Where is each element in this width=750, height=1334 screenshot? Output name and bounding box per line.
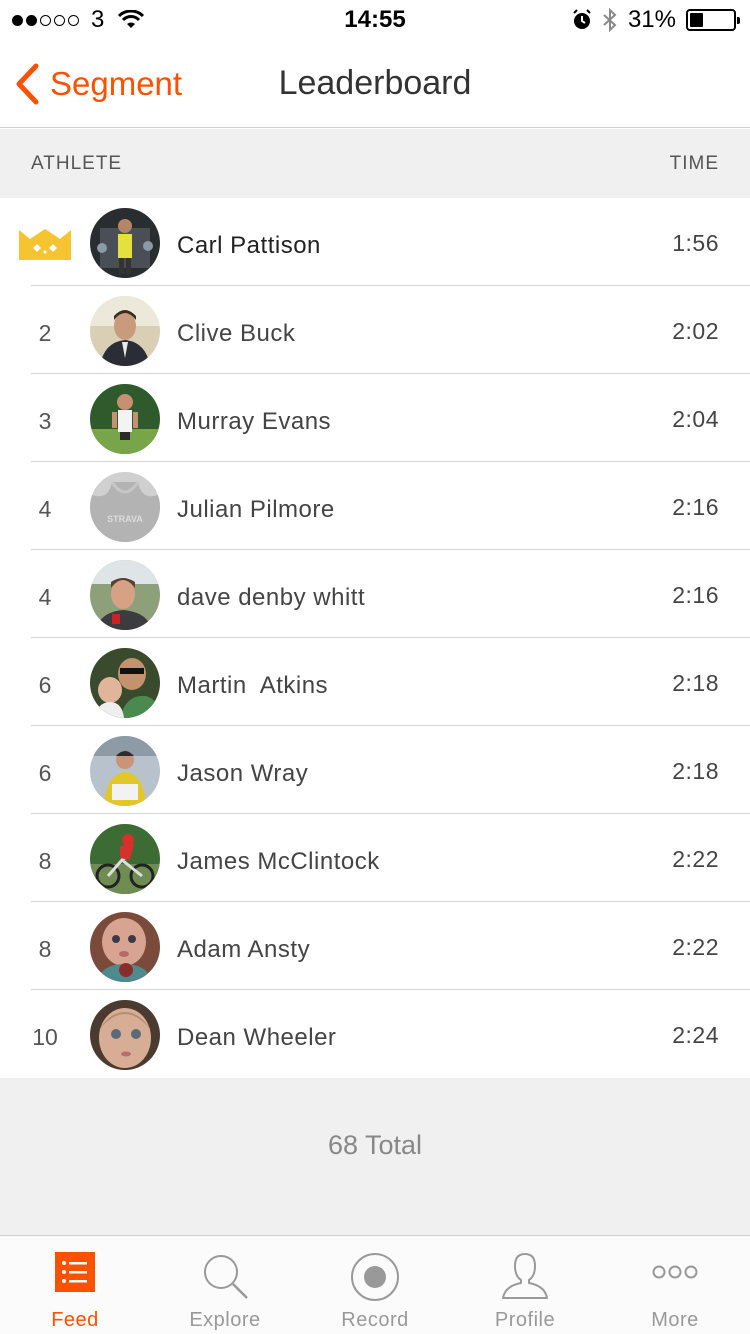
feed-icon <box>55 1252 95 1292</box>
athlete-time: 2:18 <box>672 758 719 784</box>
athlete-rank: 2 <box>38 320 52 346</box>
athlete-name: James McClintock <box>177 848 380 875</box>
athlete-rank: 10 <box>32 1024 58 1050</box>
avatar[interactable] <box>90 384 160 454</box>
athlete-name: dave denby whitt <box>177 584 366 611</box>
athlete-name: Jason Wray <box>177 760 309 787</box>
athlete-name: Julian Pilmore <box>177 496 335 523</box>
leaderboard-row[interactable]: 6 Jason Wray 2:18 <box>0 726 750 814</box>
tab-label: More <box>651 1309 699 1331</box>
battery-icon <box>686 9 740 31</box>
athlete-time: 2:24 <box>672 1022 719 1048</box>
athlete-time: 2:04 <box>672 406 719 432</box>
athlete-name: Clive Buck <box>177 320 296 347</box>
athlete-rank: 6 <box>38 672 52 698</box>
athlete-name: Dean Wheeler <box>177 1024 337 1051</box>
alarm-icon <box>573 9 591 29</box>
avatar[interactable] <box>90 824 160 894</box>
athlete-time: 2:18 <box>672 670 719 696</box>
search-icon <box>204 1255 248 1299</box>
tab-profile[interactable]: Profile <box>450 1236 600 1334</box>
athlete-time: 2:02 <box>672 318 719 344</box>
column-athlete: ATHLETE <box>31 153 123 174</box>
tab-label: Profile <box>494 1309 556 1331</box>
total-count: 68 Total <box>327 1130 423 1160</box>
status-bar: 3 14:55 31% <box>0 0 750 40</box>
column-header: ATHLETE TIME <box>0 129 750 198</box>
leaderboard-row[interactable]: Carl Pattison 1:56 <box>0 198 750 286</box>
leaderboard-row[interactable]: 4 dave denby whitt 2:16 <box>0 550 750 638</box>
athlete-name: Adam Ansty <box>177 936 311 963</box>
athlete-time: 2:22 <box>672 846 719 872</box>
avatar[interactable] <box>90 736 160 806</box>
status-right: 31% <box>572 6 740 34</box>
avatar[interactable] <box>90 648 160 718</box>
record-icon <box>351 1253 399 1301</box>
avatar[interactable] <box>90 560 160 630</box>
leaderboard-row[interactable]: 8 Adam Ansty 2:22 <box>0 902 750 990</box>
leaderboard-row[interactable]: 4 STRAVA Julian Pilmore 2:16 <box>0 462 750 550</box>
tab-more[interactable]: More <box>600 1236 750 1334</box>
athlete-name: Martin Atkins <box>177 672 329 699</box>
more-icon <box>652 1265 698 1279</box>
tab-label: Explore <box>189 1309 261 1331</box>
athlete-rank: 4 <box>38 496 52 522</box>
tab-explore[interactable]: Explore <box>150 1236 300 1334</box>
leaderboard-row[interactable]: 8 James McClintock 2:22 <box>0 814 750 902</box>
leaderboard-row[interactable]: 10 Dean Wheeler 2:24 <box>0 990 750 1078</box>
athlete-name: Carl Pattison <box>177 232 321 259</box>
athlete-time: 2:16 <box>672 582 719 608</box>
tab-bar: Feed Explore Record Profile More <box>0 1235 750 1334</box>
avatar[interactable] <box>90 1000 160 1070</box>
leaderboard-row[interactable]: 2 Clive Buck 2:02 <box>0 286 750 374</box>
leaderboard-list: Carl Pattison 1:56 2 Clive Buck 2:02 3 M… <box>0 198 750 1078</box>
page-title: Leaderboard <box>278 64 472 102</box>
svg-text:STRAVA: STRAVA <box>107 514 143 524</box>
tab-label: Record <box>341 1309 409 1331</box>
avatar[interactable] <box>90 208 160 278</box>
navigation-bar: Segment Leaderboard <box>0 40 750 128</box>
bluetooth-icon <box>603 8 617 32</box>
athlete-name: Murray Evans <box>177 408 332 435</box>
avatar[interactable]: STRAVA <box>90 472 160 542</box>
avatar[interactable] <box>90 912 160 982</box>
crown-icon <box>19 229 71 260</box>
column-time: TIME <box>669 153 719 174</box>
total-footer: 68 Total <box>0 1078 750 1235</box>
athlete-rank: 8 <box>38 936 52 962</box>
battery-level <box>690 13 704 27</box>
leaderboard-row[interactable]: 3 Murray Evans 2:04 <box>0 374 750 462</box>
athlete-rank: 8 <box>38 848 52 874</box>
athlete-time: 2:16 <box>672 494 719 520</box>
athlete-rank: 6 <box>38 760 52 786</box>
tab-record[interactable]: Record <box>300 1236 450 1334</box>
avatar[interactable] <box>90 296 160 366</box>
tab-feed[interactable]: Feed <box>0 1236 150 1334</box>
tab-label: Feed <box>51 1309 99 1331</box>
athlete-time: 1:56 <box>672 230 719 256</box>
athlete-time: 2:22 <box>672 934 719 960</box>
profile-icon <box>502 1253 548 1299</box>
athlete-rank: 4 <box>38 584 52 610</box>
leaderboard-row[interactable]: 6 Martin Atkins 2:18 <box>0 638 750 726</box>
battery-percent: 31% <box>627 6 676 33</box>
athlete-rank: 3 <box>38 408 52 434</box>
